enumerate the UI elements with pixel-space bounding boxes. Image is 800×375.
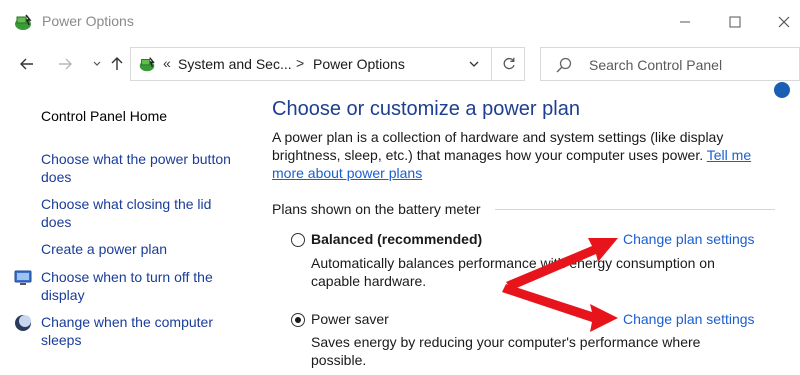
arrow-left-icon xyxy=(20,58,33,70)
group-divider xyxy=(495,209,775,210)
up-button[interactable] xyxy=(106,52,128,76)
breadcrumb-separator[interactable]: > xyxy=(296,55,304,71)
annotation-arrow-lower xyxy=(502,284,618,332)
sidebar-link-power-button[interactable]: Choose what the power button does xyxy=(41,150,241,186)
control-panel-home-link[interactable]: Control Panel Home xyxy=(41,107,241,125)
display-icon xyxy=(14,270,32,285)
breadcrumb-system-security[interactable]: System and Sec... xyxy=(178,56,292,72)
address-bar[interactable]: « System and Sec... > Power Options xyxy=(130,47,525,81)
search-icon xyxy=(556,57,572,73)
power-options-icon xyxy=(139,57,155,72)
balanced-plan-description: Automatically balances performance with … xyxy=(311,255,715,289)
page-title: Choose or customize a power plan xyxy=(272,98,580,120)
sidebar-link-closing-lid[interactable]: Choose what closing the lid does xyxy=(41,195,241,231)
close-button[interactable] xyxy=(762,8,800,36)
search-input[interactable] xyxy=(589,55,789,75)
sidebar-link-create-plan[interactable]: Create a power plan xyxy=(41,240,241,258)
radio-selected-dot xyxy=(295,317,301,323)
forward-button[interactable] xyxy=(54,52,76,76)
breadcrumb-power-options[interactable]: Power Options xyxy=(313,56,405,72)
intro-text: A power plan is a collection of hardware… xyxy=(272,128,772,182)
intro-description: A power plan is a collection of hardware… xyxy=(272,129,724,163)
balanced-plan-name[interactable]: Balanced (recommended) xyxy=(311,231,482,247)
balanced-change-plan-settings-link[interactable]: Change plan settings xyxy=(623,231,755,247)
maximize-icon xyxy=(729,16,741,28)
moon-icon xyxy=(15,315,31,331)
power-saver-plan-radio[interactable] xyxy=(291,313,305,327)
sidebar-link-turn-off-display[interactable]: Choose when to turn off the display xyxy=(41,268,241,304)
back-button[interactable] xyxy=(16,52,38,76)
navigation-bar: « System and Sec... > Power Options xyxy=(0,44,800,84)
recent-locations-button[interactable] xyxy=(86,52,108,76)
chevron-down-icon xyxy=(469,61,479,67)
balanced-plan-radio[interactable] xyxy=(291,233,305,247)
minimize-button[interactable] xyxy=(663,8,707,36)
close-icon xyxy=(778,16,790,28)
window-title: Power Options xyxy=(42,13,134,29)
minimize-icon xyxy=(680,21,690,23)
search-box[interactable] xyxy=(540,47,800,81)
power-options-icon xyxy=(15,14,32,30)
address-dropdown-button[interactable] xyxy=(464,54,484,74)
arrow-right-icon xyxy=(59,58,72,70)
maximize-button[interactable] xyxy=(713,8,757,36)
plans-group-label: Plans shown on the battery meter xyxy=(272,201,481,217)
address-overflow[interactable]: « xyxy=(163,55,171,71)
help-icon[interactable] xyxy=(774,82,790,98)
sidebar-link-computer-sleeps[interactable]: Change when the computer sleeps xyxy=(41,313,241,349)
power-saver-change-plan-settings-link[interactable]: Change plan settings xyxy=(623,311,755,327)
refresh-icon xyxy=(503,57,515,70)
chevron-down-icon xyxy=(93,61,101,66)
power-saver-plan-name[interactable]: Power saver xyxy=(311,311,389,327)
power-saver-plan-description: Saves energy by reducing your computer's… xyxy=(311,334,701,368)
refresh-button[interactable] xyxy=(491,48,525,80)
title-bar: Power Options xyxy=(0,0,800,44)
arrow-up-icon xyxy=(111,57,123,70)
